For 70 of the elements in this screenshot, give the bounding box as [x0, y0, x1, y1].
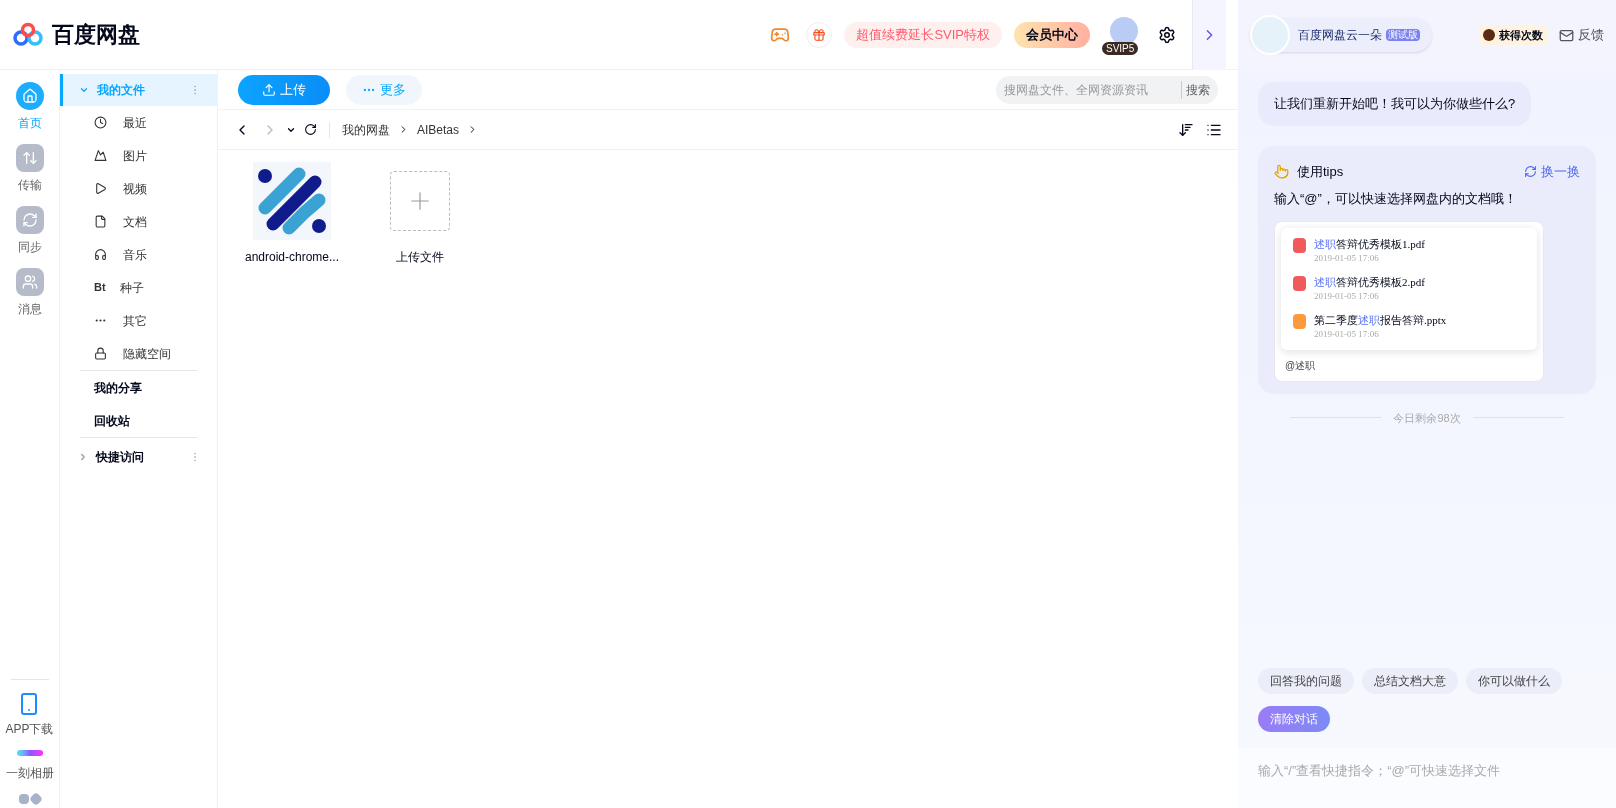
example-file-name: 述职答辩优秀模板1.pdf [1314, 236, 1425, 252]
headphones-icon [94, 248, 107, 261]
document-icon [94, 215, 107, 228]
molecule-logo-thumbnail[interactable] [253, 162, 331, 240]
chat-input-field[interactable]: 输入“/”查看快捷指令；“@”可快速选择文件 [1238, 748, 1616, 808]
example-file-date: 2019-01-05 17:06 [1314, 328, 1380, 341]
upload-tile[interactable] [390, 171, 450, 231]
file-name[interactable]: 上传文件 [396, 248, 444, 266]
example-file-date: 2019-01-05 17:06 [1314, 290, 1380, 303]
sidebar-item[interactable]: 最近 [60, 106, 217, 139]
sidebar-item[interactable]: 隐藏空间 [60, 337, 217, 370]
people-icon [15, 268, 44, 296]
logo-icon [12, 21, 44, 48]
sync-icon [15, 206, 44, 234]
example-file-date: 2019-01-05 17:06 [1314, 252, 1380, 265]
photo-album-item[interactable]: 一刻相册 [5, 750, 54, 782]
more-apps-icon[interactable] [18, 794, 41, 804]
sidebar-item[interactable]: 其它 [60, 304, 217, 337]
lock-icon [94, 347, 107, 360]
beta-tag: 测试版 [1386, 29, 1420, 41]
mascot-avatar [1250, 15, 1290, 55]
pointing-hand-icon [1274, 163, 1289, 179]
example-file-name: 述职答辩优秀模板2.pdf [1314, 274, 1425, 290]
sidebar-section[interactable]: 回收站 [60, 404, 217, 437]
vip-badge: SVIP5 [1102, 41, 1139, 55]
refresh-icon[interactable] [304, 123, 317, 136]
breadcrumb-link[interactable]: 我的网盘 [342, 120, 390, 139]
feedback-button[interactable]: 反馈 [1559, 25, 1604, 45]
sidebar-item[interactable]: 文档 [60, 205, 217, 238]
suggestion-chip[interactable]: 你可以做什么 [1466, 668, 1562, 694]
rail-nav-item[interactable]: 传输 [15, 144, 44, 194]
breadcrumb-link[interactable]: AIBetas [417, 120, 460, 139]
sort-icon[interactable] [1178, 121, 1194, 138]
suggestion-chip[interactable]: 回答我的问题 [1258, 668, 1354, 694]
settings-icon[interactable] [1158, 25, 1176, 44]
sidebar-item[interactable]: 音乐 [60, 238, 217, 271]
transfer-icon [15, 144, 44, 172]
refresh-icon [1524, 164, 1537, 178]
assistant-name: 百度网盘云一朵 [1298, 27, 1382, 44]
play-icon [94, 182, 107, 195]
clock-icon [94, 116, 107, 129]
sidebar-item[interactable]: 视频 [60, 172, 217, 205]
search-button[interactable]: 搜索 [1181, 80, 1210, 99]
refresh-tips-button[interactable]: 换一换 [1524, 161, 1580, 181]
app-logo-text: 百度网盘 [52, 21, 140, 49]
rail-nav-item[interactable]: 消息 [15, 268, 44, 318]
sidebar-section[interactable]: 我的分享 [60, 371, 217, 404]
mountain-icon [94, 149, 107, 162]
sidebar-item[interactable]: Bt 种子 [60, 271, 217, 304]
sidebar-item[interactable]: 图片 [60, 139, 217, 172]
suggestion-chip[interactable]: 总结文档大意 [1362, 668, 1458, 694]
greeting-bubble: 让我们重新开始吧！我可以为你做些什么? [1258, 82, 1532, 126]
example-file-name: 第二季度述职报告答辩.pptx [1314, 312, 1447, 328]
tips-text: 输入“@”，可以快速选择网盘内的文档哦！ [1274, 190, 1518, 208]
assistant-chip[interactable]: 百度网盘云一朵 测试版 [1250, 18, 1432, 52]
rail-nav-item[interactable]: 同步 [15, 206, 44, 256]
member-center-button[interactable]: 会员中心 [1014, 21, 1090, 48]
coin-icon [1483, 29, 1495, 41]
search-field[interactable]: 搜网盘文件、全网资源资讯 搜索 [996, 75, 1218, 104]
album-logo-icon [16, 750, 43, 756]
upload-icon [262, 82, 276, 97]
tips-title: 使用tips [1297, 162, 1345, 181]
app-download-item[interactable]: APP下载 [5, 692, 54, 738]
quick-access-item[interactable]: 快捷访问 [60, 438, 217, 476]
earn-times-button[interactable]: 获得次数 [1479, 25, 1547, 45]
example-input-text: @述职 [1284, 358, 1317, 373]
remaining-count: 今日剩余98次 [1393, 410, 1461, 426]
file-name[interactable]: android-chrome... [244, 248, 339, 266]
avatar[interactable] [1110, 16, 1138, 45]
mail-icon [1559, 27, 1574, 43]
